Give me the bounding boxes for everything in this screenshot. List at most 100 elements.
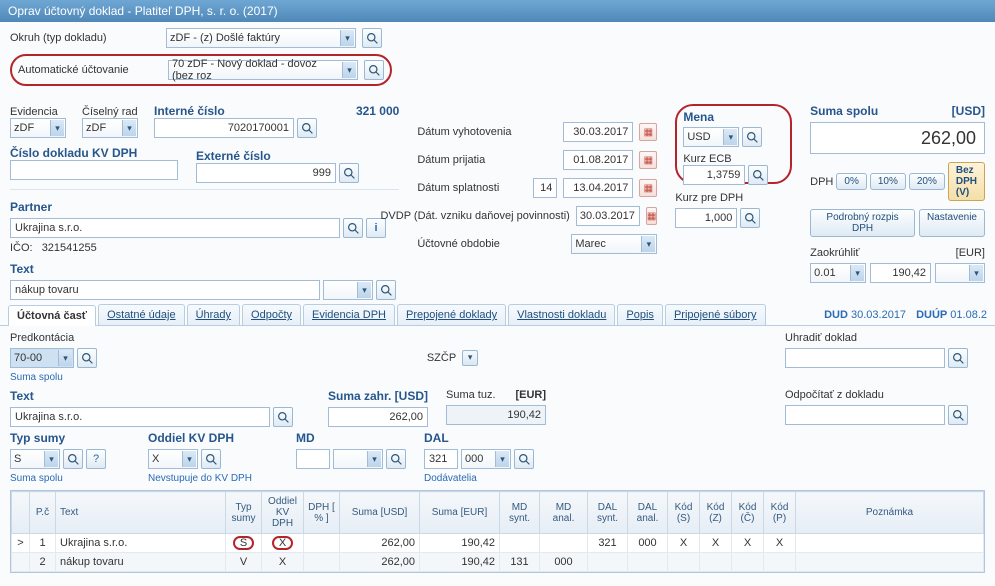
duup-label: DUÚP xyxy=(916,309,947,321)
calendar-icon[interactable]: ▦ xyxy=(639,123,657,141)
col-pc[interactable]: P.č xyxy=(30,492,56,534)
doc-text-lookup-button[interactable] xyxy=(376,280,396,300)
cislo-kv-dph-input[interactable] xyxy=(10,160,178,180)
doc-text-combo[interactable]: ▾ xyxy=(323,280,373,300)
datum-splatnosti-input[interactable]: 13.04.2017 xyxy=(563,178,633,198)
dal-hint[interactable]: Dodávatelia xyxy=(424,473,584,484)
odpocitat-input[interactable] xyxy=(785,405,945,425)
chevron-down-icon: ▾ xyxy=(122,120,136,136)
col-kod-p[interactable]: Kód (P) xyxy=(764,492,796,534)
calendar-icon[interactable]: ▦ xyxy=(639,151,657,169)
dal-lookup-button[interactable] xyxy=(514,449,534,469)
okruh-lookup-button[interactable] xyxy=(362,28,382,48)
doc-text-input[interactable]: nákup tovaru xyxy=(10,280,320,300)
tab-uctovna-cast[interactable]: Účtovná časť xyxy=(8,305,96,326)
okruh-combo[interactable]: zDF - (z) Došlé faktúry▾ xyxy=(166,28,356,48)
col-text[interactable]: Text xyxy=(56,492,226,534)
tab-prepojene-doklady[interactable]: Prepojené doklady xyxy=(397,304,506,325)
typ-sumy-lookup-button[interactable] xyxy=(63,449,83,469)
tab-evidencia-dph[interactable]: Evidencia DPH xyxy=(303,304,395,325)
suma-spolu-input[interactable]: 262,00 xyxy=(810,122,985,154)
md-anal-combo[interactable]: ▾ xyxy=(333,449,383,469)
tab-uhrady[interactable]: Úhrady xyxy=(187,304,240,325)
externe-lookup-button[interactable] xyxy=(339,163,359,183)
splatnost-days-input[interactable]: 14 xyxy=(533,178,557,198)
line-text-lookup-button[interactable] xyxy=(273,407,293,427)
uhradit-doklad-input[interactable] xyxy=(785,348,945,368)
line-text-input[interactable]: Ukrajina s.r.o. xyxy=(10,407,270,427)
suma-currency-tag: [USD] xyxy=(952,104,985,118)
typ-sumy-combo[interactable]: S▾ xyxy=(10,449,60,469)
dph-0-button[interactable]: 0% xyxy=(836,173,866,190)
typ-sumy-help-button[interactable]: ? xyxy=(86,449,106,469)
col-kod-s[interactable]: Kód (S) xyxy=(668,492,700,534)
datum-vyhotovenia-input[interactable]: 30.03.2017 xyxy=(563,122,633,142)
col-kod-c[interactable]: Kód (Č) xyxy=(732,492,764,534)
kurz-ecb-lookup-button[interactable] xyxy=(748,165,768,185)
md-lookup-button[interactable] xyxy=(386,449,406,469)
col-suma-eur[interactable]: Suma [EUR] xyxy=(420,492,500,534)
suma-zahr-input[interactable]: 262,00 xyxy=(328,407,428,427)
auto-uctovanie-combo[interactable]: 70 zDF - Nový doklad - dovoz (bez roz▾ xyxy=(168,60,358,80)
kurz-pre-dph-lookup-button[interactable] xyxy=(740,208,760,228)
tab-pripojene-subory[interactable]: Pripojené súbory xyxy=(665,304,766,325)
dph-20-button[interactable]: 20% xyxy=(909,173,945,190)
suma-spolu-link[interactable]: Suma spolu xyxy=(10,372,120,383)
mena-combo[interactable]: USD▾ xyxy=(683,127,739,147)
bez-dph-button[interactable]: Bez DPH (V) xyxy=(948,162,985,201)
tab-vlastnosti-dokladu[interactable]: Vlastnosti dokladu xyxy=(508,304,615,325)
col-typ-sumy[interactable]: Typ sumy xyxy=(226,492,262,534)
col-dph[interactable]: DPH [ % ] xyxy=(304,492,340,534)
kurz-ecb-input[interactable]: 1,3759 xyxy=(683,165,745,185)
oddiel-lookup-button[interactable] xyxy=(201,449,221,469)
suma-spolu-link-2[interactable]: Suma spolu xyxy=(10,473,130,484)
tab-popis[interactable]: Popis xyxy=(617,304,663,325)
col-poznamka[interactable]: Poznámka xyxy=(796,492,984,534)
nastavenie-button[interactable]: Nastavenie xyxy=(919,209,985,237)
datum-prijatia-input[interactable]: 01.08.2017 xyxy=(563,150,633,170)
calendar-icon[interactable]: ▦ xyxy=(639,179,657,197)
ciselny-rad-label: Číselný rad xyxy=(82,106,138,118)
dal-synt-input[interactable]: 321 xyxy=(424,449,458,469)
dvdp-input[interactable]: 30.03.2017 xyxy=(576,206,640,226)
mena-lookup-button[interactable] xyxy=(742,127,762,147)
szcp-dropdown-button[interactable]: ▾ xyxy=(462,350,478,366)
tab-odpocty[interactable]: Odpočty xyxy=(242,304,301,325)
search-icon xyxy=(390,453,403,466)
calendar-icon[interactable]: ▦ xyxy=(646,207,657,225)
rozpis-dph-button[interactable]: Podrobný rozpis DPH xyxy=(810,209,915,237)
predkontacia-lookup-button[interactable] xyxy=(77,348,97,368)
search-icon xyxy=(366,32,379,45)
col-md-anal[interactable]: MD anal. xyxy=(540,492,588,534)
ciselny-rad-combo[interactable]: zDF▾ xyxy=(82,118,138,138)
oddiel-kv-dph-combo[interactable]: X▾ xyxy=(148,449,198,469)
col-oddiel[interactable]: Oddiel KV DPH xyxy=(262,492,304,534)
col-dal-anal[interactable]: DAL anal. xyxy=(628,492,668,534)
interne-lookup-button[interactable] xyxy=(297,118,317,138)
tab-ostatne-udaje[interactable]: Ostatné údaje xyxy=(98,304,185,325)
table-row[interactable]: > 1 Ukrajina s.r.o. S X 262,00 190,42 32… xyxy=(12,534,984,553)
predkontacia-combo[interactable]: 70-00▾ xyxy=(10,348,74,368)
md-synt-input[interactable] xyxy=(296,449,330,469)
partner-input[interactable]: Ukrajina s.r.o. xyxy=(10,218,340,238)
interne-cislo-input[interactable]: 7020170001 xyxy=(154,118,294,138)
partner-lookup-button[interactable] xyxy=(343,218,363,238)
dal-anal-combo[interactable]: 000▾ xyxy=(461,449,511,469)
col-suma-usd[interactable]: Suma [USD] xyxy=(340,492,420,534)
uhradit-lookup-button[interactable] xyxy=(948,348,968,368)
line-text-label: Text xyxy=(10,389,310,403)
externe-cislo-input[interactable]: 999 xyxy=(196,163,336,183)
zaokruhlit-step-combo[interactable]: 0.01▾ xyxy=(810,263,866,283)
col-md-synt[interactable]: MD synt. xyxy=(500,492,540,534)
odpocitat-lookup-button[interactable] xyxy=(948,405,968,425)
col-dal-synt[interactable]: DAL synt. xyxy=(588,492,628,534)
dph-10-button[interactable]: 10% xyxy=(870,173,906,190)
zaokruhlit-value-input[interactable]: 190,42 xyxy=(870,263,931,283)
zaokruhlit-extra-combo[interactable]: ▾ xyxy=(935,263,985,283)
table-row[interactable]: 2 nákup tovaru V X 262,00 190,42 131 000 xyxy=(12,553,984,572)
evidencia-combo[interactable]: zDF▾ xyxy=(10,118,66,138)
col-kod-z[interactable]: Kód (Z) xyxy=(700,492,732,534)
auto-uctovanie-lookup-button[interactable] xyxy=(364,60,384,80)
uctovne-obdobie-combo[interactable]: Marec▾ xyxy=(571,234,657,254)
kurz-pre-dph-input[interactable]: 1,000 xyxy=(675,208,737,228)
